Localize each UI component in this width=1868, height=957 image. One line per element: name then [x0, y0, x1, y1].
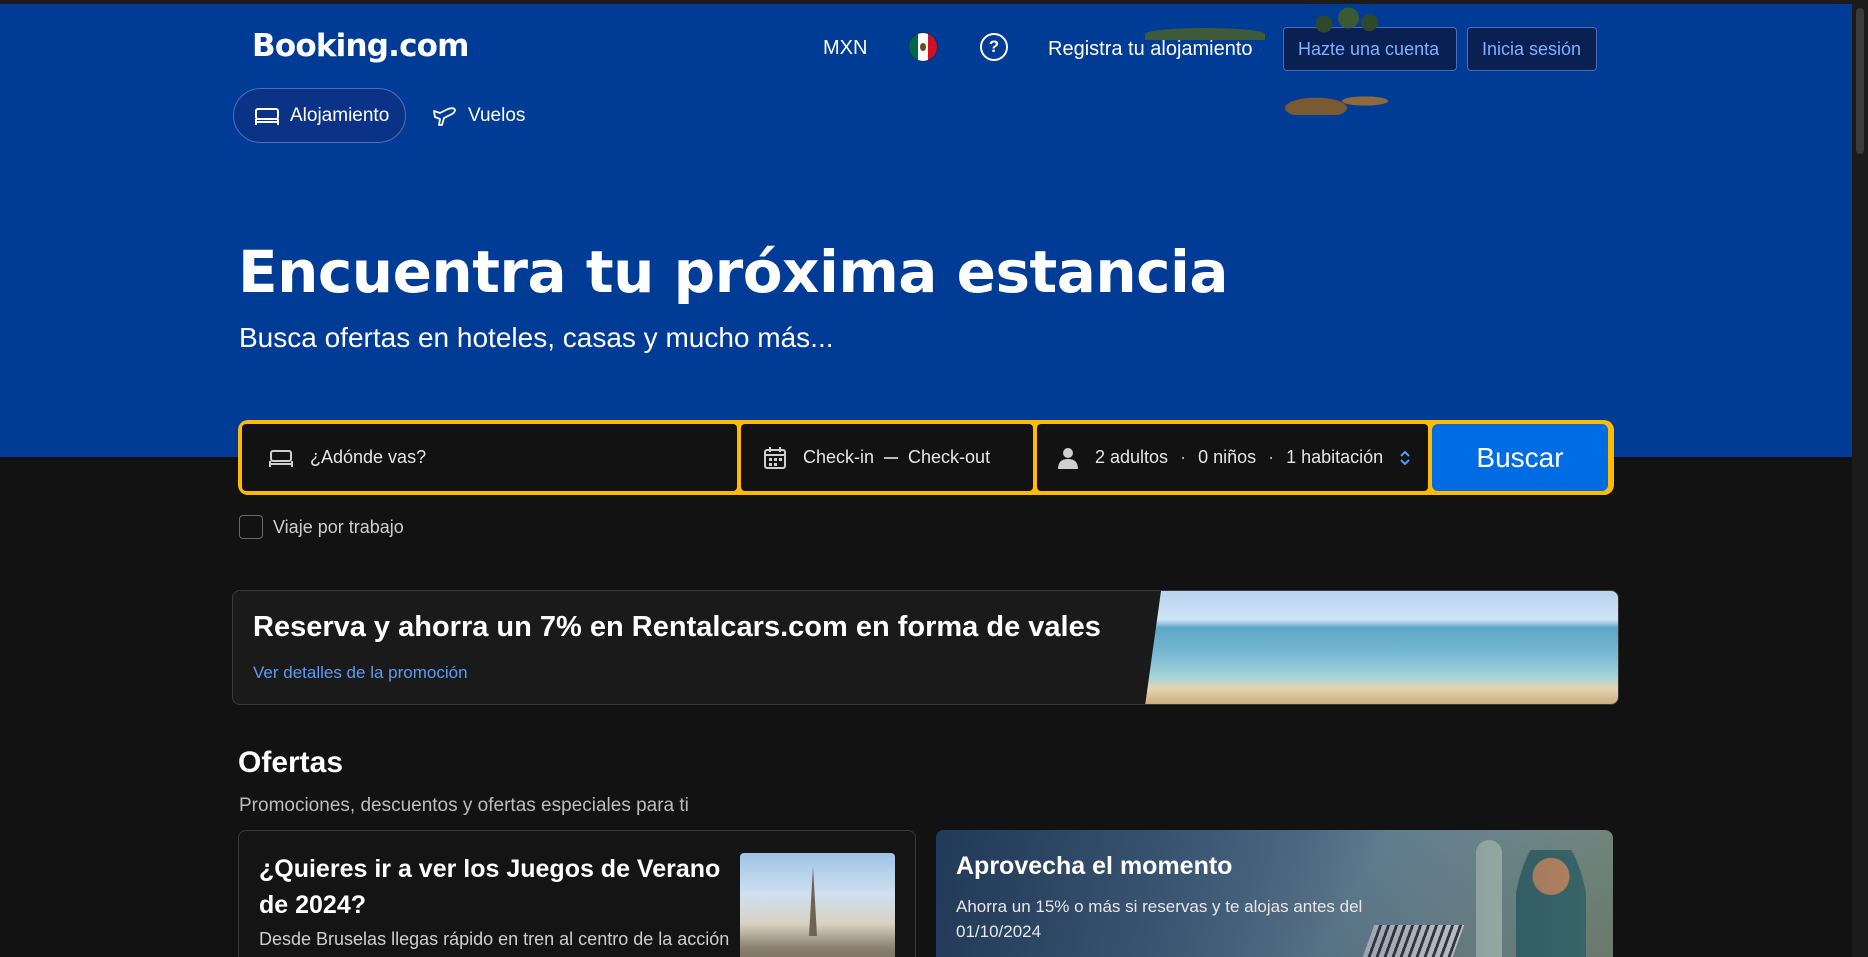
island-shape [1145, 28, 1265, 40]
dates-field[interactable]: Check-in Check-out [741, 424, 1033, 491]
offers-heading: Ofertas [238, 746, 344, 779]
plane-icon [433, 106, 456, 126]
search-button[interactable]: Buscar [1432, 424, 1608, 491]
children-count: 0 niños [1198, 447, 1257, 467]
offers-subheading: Promociones, descuentos y ofertas especi… [239, 795, 689, 816]
page-subtitle: Busca ofertas en hoteles, casas y mucho … [239, 322, 834, 353]
sign-in-button[interactable]: Inicia sesión [1467, 27, 1597, 71]
work-trip-label: Viaje por trabajo [273, 516, 404, 537]
tab-stays-label: Alojamiento [290, 104, 390, 126]
offer-card-olympics[interactable]: ¿Quieres ir a ver los Juegos de Verano d… [238, 830, 916, 957]
help-icon[interactable]: ? [980, 33, 1008, 61]
check-in-label[interactable]: Check-in [803, 447, 874, 468]
language-flag-icon[interactable] [908, 32, 938, 62]
person-icon [1058, 447, 1078, 469]
tab-flights-label: Vuelos [468, 104, 526, 126]
offer-card-title: ¿Quieres ir a ver los Juegos de Verano d… [259, 855, 721, 919]
page-title: Encuentra tu próxima estancia [238, 238, 1229, 306]
promo-details-link[interactable]: Ver detalles de la promoción [253, 663, 468, 683]
promo-title: Reserva y ahorra un 7% en Rentalcars.com… [253, 611, 1101, 643]
trees-shape [1310, 6, 1380, 36]
offer-card-text: Ahorra un 15% o más si reservas y te alo… [956, 897, 1363, 941]
bed-icon [269, 449, 293, 467]
booking-logo[interactable]: Booking.com [252, 28, 469, 64]
rocks-shape [1260, 80, 1400, 115]
hero-banner [0, 4, 1852, 457]
page-scrollbar[interactable] [1852, 0, 1868, 957]
work-trip-option[interactable]: Viaje por trabajo [239, 515, 404, 539]
chevron-up-down-icon [1399, 449, 1411, 467]
offer-card-title: Aprovecha el momento [956, 852, 1233, 880]
search-bar: ¿Adónde vas? Check-in Check-out 2 adulto… [238, 420, 1614, 495]
tab-flights[interactable]: Vuelos [430, 88, 540, 143]
brussels-image [740, 853, 895, 957]
check-out-label[interactable]: Check-out [908, 447, 990, 468]
destination-input[interactable]: ¿Adónde vas? [242, 424, 737, 491]
promo-banner[interactable]: Reserva y ahorra un 7% en Rentalcars.com… [232, 590, 1619, 705]
work-trip-checkbox[interactable] [239, 515, 263, 539]
scrollbar-thumb[interactable] [1856, 8, 1864, 154]
date-separator [884, 456, 899, 459]
offer-card-text: Desde Bruselas llegas rápido en tren al … [259, 929, 730, 949]
register-property-link[interactable]: Registra tu alojamiento [1048, 38, 1253, 61]
guests-selector[interactable]: 2 adultos · 0 niños · 1 habitación [1037, 424, 1428, 491]
rooms-count: 1 habitación [1286, 447, 1384, 467]
adults-count: 2 adultos [1095, 447, 1169, 467]
beach-image [1145, 591, 1618, 704]
offer-card-late-escape[interactable]: Aprovecha el momento Ahorra un 15% o más… [936, 830, 1613, 957]
currency-selector[interactable]: MXN [823, 37, 867, 60]
calendar-icon [764, 446, 786, 469]
destination-placeholder: ¿Adónde vas? [310, 447, 427, 467]
tab-stays[interactable]: Alojamiento [233, 88, 406, 143]
bed-icon [255, 107, 279, 125]
